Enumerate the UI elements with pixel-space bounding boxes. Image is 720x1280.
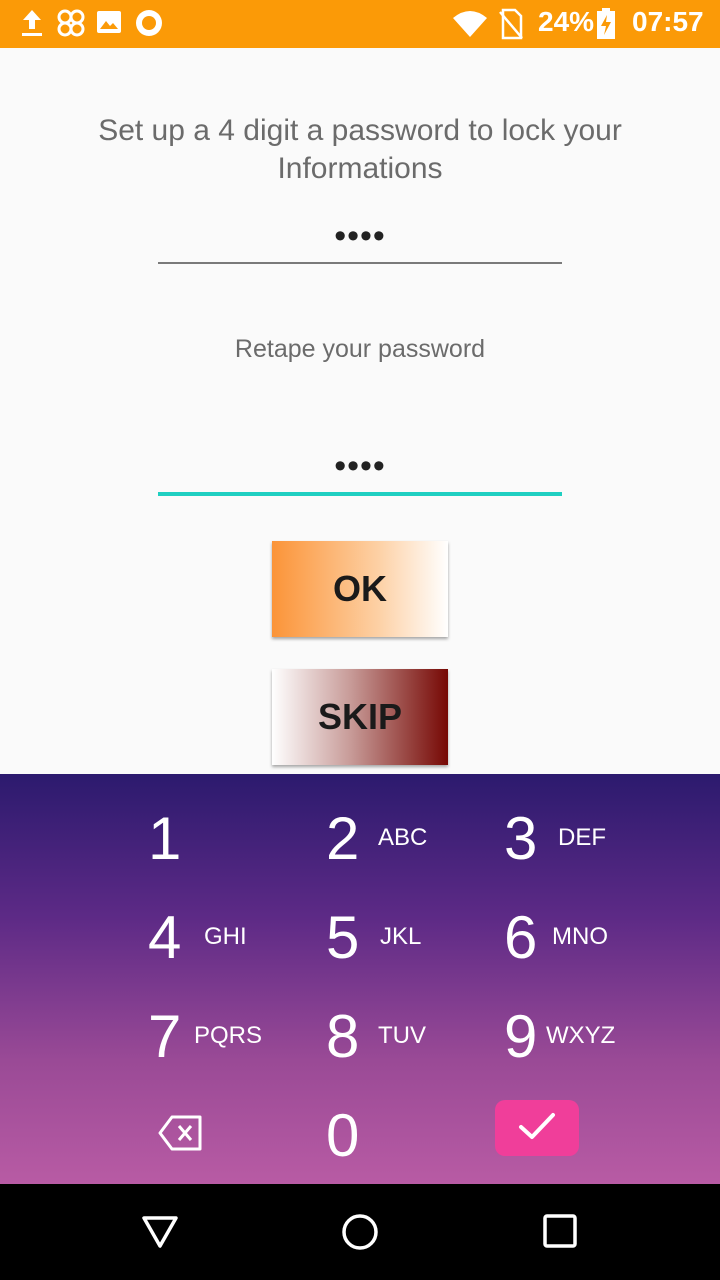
key-5-digit: 5 xyxy=(326,904,360,971)
key-9-letters: WXYZ xyxy=(546,1022,616,1049)
key-1-digit: 1 xyxy=(148,805,182,872)
back-triangle-icon[interactable] xyxy=(140,1212,180,1252)
home-circle-icon[interactable] xyxy=(340,1212,380,1252)
key-5-letters: JKL xyxy=(380,923,422,950)
key-4-letters: GHI xyxy=(204,923,247,950)
password-mask: •••• xyxy=(334,217,386,255)
password-setup-screen: Set up a 4 digit a password to lock your… xyxy=(0,48,720,774)
battery-percentage: 24% xyxy=(538,6,595,37)
recents-square-icon[interactable] xyxy=(541,1212,581,1252)
key-3-digit: 3 xyxy=(504,805,538,872)
key-7-letters: PQRS xyxy=(194,1022,263,1049)
backspace-icon xyxy=(158,1114,204,1157)
check-icon xyxy=(518,1111,556,1146)
battery-charging-icon xyxy=(596,8,616,45)
key-3-letters: DEF xyxy=(558,824,606,851)
key-3[interactable]: 3 DEF xyxy=(504,774,704,869)
key-8-letters: TUV xyxy=(378,1022,426,1049)
key-5[interactable]: 5 JKL xyxy=(326,873,526,968)
key-6-letters: MNO xyxy=(552,923,608,950)
circle-app-icon xyxy=(134,8,164,43)
wifi-icon xyxy=(452,10,488,43)
key-1[interactable]: 1 xyxy=(148,774,348,869)
pinwheel-icon xyxy=(56,8,86,43)
key-2[interactable]: 2 ABC xyxy=(326,774,526,869)
image-icon xyxy=(96,8,122,41)
key-2-digit: 2 xyxy=(326,805,360,872)
key-2-letters: ABC xyxy=(378,824,428,851)
setup-instructions: Set up a 4 digit a password to lock your… xyxy=(98,114,622,185)
key-0-digit: 0 xyxy=(326,1102,360,1169)
key-8[interactable]: 8 TUV xyxy=(326,972,526,1067)
key-7-digit: 7 xyxy=(148,1003,182,1070)
key-6[interactable]: 6 MNO xyxy=(504,873,704,968)
key-9[interactable]: 9 WXYZ xyxy=(504,972,704,1067)
retype-password-input[interactable]: •••• xyxy=(158,444,562,496)
retype-label: Retape your password xyxy=(234,335,486,363)
numeric-keypad: 1 2 ABC 3 DEF 4 GHI 5 JKL 6 MNO 7 PQRS 8… xyxy=(0,774,720,1184)
key-4-digit: 4 xyxy=(148,904,182,971)
retype-password-mask: •••• xyxy=(334,447,386,485)
status-bar: 24% 07:57 xyxy=(0,0,720,48)
upload-icon xyxy=(20,8,44,43)
key-4[interactable]: 4 GHI xyxy=(148,873,348,968)
skip-button[interactable]: SKIP xyxy=(272,669,448,765)
ok-button[interactable]: OK xyxy=(272,541,448,637)
no-sim-icon xyxy=(498,8,524,45)
password-input[interactable]: •••• xyxy=(158,214,562,264)
clock: 07:57 xyxy=(632,6,704,37)
key-6-digit: 6 xyxy=(504,904,538,971)
navigation-bar xyxy=(0,1184,720,1280)
confirm-button[interactable] xyxy=(495,1100,579,1156)
key-7[interactable]: 7 PQRS xyxy=(148,972,348,1067)
key-8-digit: 8 xyxy=(326,1003,360,1070)
key-9-digit: 9 xyxy=(504,1003,538,1070)
backspace-key[interactable] xyxy=(158,1114,208,1154)
